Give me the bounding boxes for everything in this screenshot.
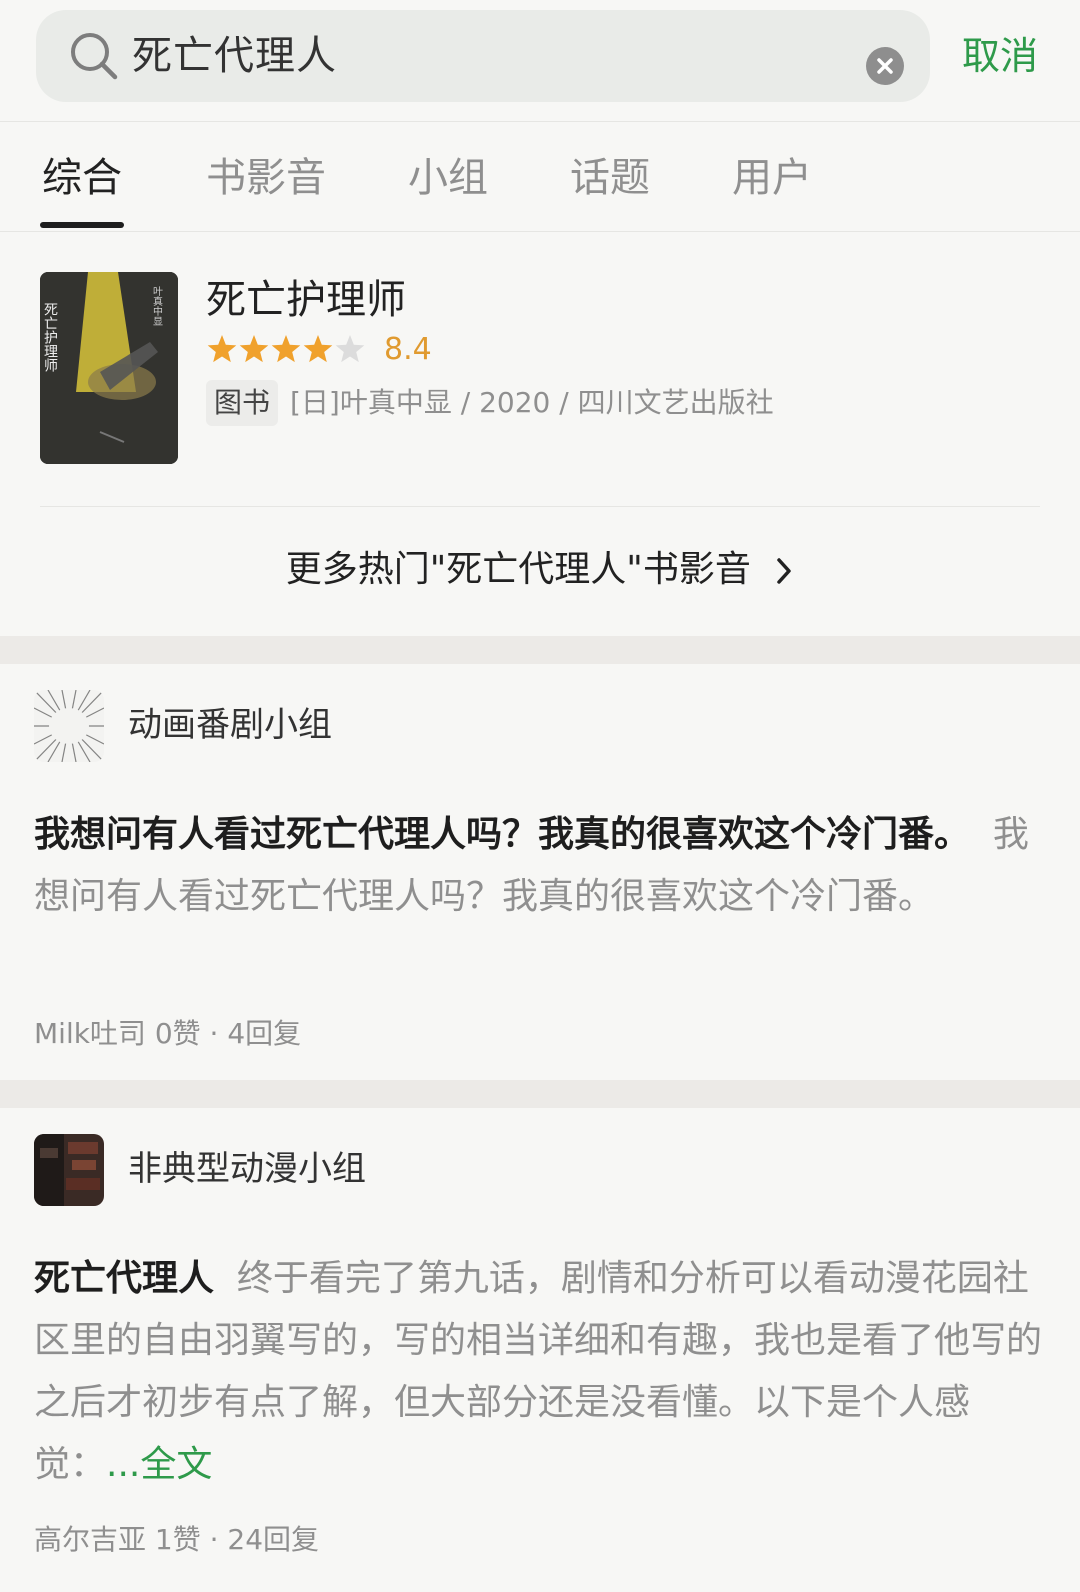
group-avatar [34,690,104,762]
star-icon [271,335,301,363]
group-name: 动画番剧小组 [128,705,332,745]
search-header: 死亡代理人 取消 [0,0,1080,122]
star-icon [303,335,333,363]
divider [40,506,1040,507]
book-meta: [日]叶真中显 / 2020 / 四川文艺出版社 [290,386,774,419]
star-icon [335,335,365,363]
chevron-right-icon [777,558,792,584]
tab-all[interactable]: 综合 [42,150,122,206]
more-media-link[interactable]: 更多热门"死亡代理人"书影音 [0,542,1080,598]
post-title: 死亡代理人 [34,1258,215,1299]
group-link[interactable]: 动画番剧小组 [34,690,1034,762]
post-title: 我想问有人看过死亡代理人吗？我真的很喜欢这个冷门番。 [34,814,971,855]
tab-media[interactable]: 书影音 [206,150,326,206]
star-icon [207,335,237,363]
book-result[interactable]: 死亡护理师 叶真中显 死亡护理师 8.4 图书 [日]叶真中显 / 2020 /… [0,232,1080,508]
group-name: 非典型动漫小组 [128,1149,366,1189]
cancel-button[interactable]: 取消 [962,30,1038,82]
tab-users[interactable]: 用户 [732,150,812,206]
tab-groups[interactable]: 小组 [408,150,488,206]
search-icon [71,33,118,80]
post-meta: Milk吐司 0赞 · 4回复 [34,1017,302,1050]
result-tabs: 综合 书影音 小组 话题 用户 [0,122,1080,232]
section-gap [0,636,1080,664]
book-cover-image: 死亡护理师 叶真中显 [40,272,178,464]
post-meta: 高尔吉亚 1赞 · 24回复 [34,1523,320,1556]
tab-topics[interactable]: 话题 [570,150,650,206]
rating-value: 8.4 [384,332,432,367]
search-box[interactable]: 死亡代理人 [36,10,930,102]
active-tab-indicator [40,222,124,228]
cover-title-text: 死亡护理师 [42,302,58,372]
rating-stars [207,335,365,363]
clear-icon[interactable] [866,47,904,85]
section-gap [0,1080,1080,1108]
read-more-link[interactable]: ...全文 [106,1444,212,1485]
star-icon [239,335,269,363]
group-link[interactable]: 非典型动漫小组 [34,1134,1034,1206]
search-input[interactable]: 死亡代理人 [132,28,337,84]
group-avatar [34,1134,104,1206]
post-content[interactable]: 我想问有人看过死亡代理人吗？我真的很喜欢这个冷门番。 我想问有人看过死亡代理人吗… [34,804,1044,928]
cover-author-text: 叶真中显 [151,286,163,326]
type-tag: 图书 [206,380,279,426]
book-title[interactable]: 死亡护理师 [206,272,406,328]
post-content[interactable]: 死亡代理人 终于看完了第九话，剧情和分析可以看动漫花园社区里的自由羽翼写的，写的… [34,1248,1044,1496]
more-media-label: 更多热门"死亡代理人"书影音 [285,549,751,590]
